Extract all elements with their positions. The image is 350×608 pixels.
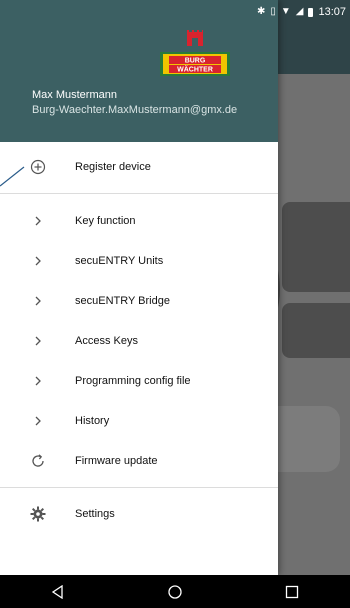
status-time: 13:07	[318, 6, 346, 18]
bluetooth-icon: ✱	[256, 6, 266, 17]
menu-label: Register device	[75, 161, 151, 173]
recents-square-icon	[285, 585, 298, 598]
background-panel-bottom	[282, 303, 350, 358]
refresh-icon	[30, 453, 46, 469]
menu-item-key-function[interactable]: Key function	[0, 201, 278, 241]
status-bar: ✱ ▯ ▼ ◢ 13:07	[0, 0, 350, 24]
back-triangle-icon	[52, 584, 63, 599]
logo-text-line2: WÄCHTER	[177, 66, 213, 74]
menu-label: Programming config file	[75, 375, 191, 387]
menu-item-access-keys[interactable]: Access Keys	[0, 321, 278, 361]
battery-icon	[308, 7, 314, 17]
add-circle-icon	[30, 159, 46, 175]
menu-label: Access Keys	[75, 335, 138, 347]
burg-waechter-logo: BURG WÄCHTER	[160, 30, 230, 76]
chevron-right-icon	[30, 293, 46, 309]
logo-text-line1: BURG	[185, 58, 206, 65]
system-navigation-bar	[0, 575, 350, 608]
home-circle-icon	[168, 584, 182, 599]
menu-item-settings[interactable]: Settings	[0, 494, 278, 534]
recents-button[interactable]	[277, 582, 307, 602]
signal-icon: ◢	[295, 6, 304, 17]
user-name: Max Mustermann	[32, 89, 117, 101]
gear-icon	[30, 506, 46, 522]
menu-label: secuENTRY Bridge	[75, 295, 170, 307]
background-panel-top	[282, 202, 350, 292]
chevron-right-icon	[30, 373, 46, 389]
menu-item-secuentry-units[interactable]: secuENTRY Units	[0, 241, 278, 281]
menu-item-firmware-update[interactable]: Firmware update	[0, 441, 278, 481]
back-button[interactable]	[43, 582, 73, 602]
menu-item-programming-config-file[interactable]: Programming config file	[0, 361, 278, 401]
menu-item-secuentry-bridge[interactable]: secuENTRY Bridge	[0, 281, 278, 321]
home-button[interactable]	[160, 582, 190, 602]
menu-label: Key function	[75, 215, 136, 227]
chevron-right-icon	[30, 213, 46, 229]
wifi-icon: ▼	[280, 6, 291, 17]
menu-divider	[0, 193, 278, 194]
menu-label: Firmware update	[75, 455, 158, 467]
menu-label: secuENTRY Units	[75, 255, 164, 267]
user-email: Burg-Waechter.MaxMustermann@gmx.de	[32, 104, 238, 116]
menu-item-register-device[interactable]: Register device	[0, 147, 278, 187]
menu-label: History	[75, 415, 110, 427]
menu-divider	[0, 487, 278, 488]
chevron-right-icon	[30, 413, 46, 429]
menu-label: Settings	[75, 508, 115, 520]
chevron-right-icon	[30, 253, 46, 269]
chevron-right-icon	[30, 333, 46, 349]
navigation-drawer: BURG WÄCHTER Max Mustermann Burg-Waechte…	[0, 0, 278, 575]
menu-item-history[interactable]: History	[0, 401, 278, 441]
vibrate-icon: ▯	[270, 6, 276, 17]
